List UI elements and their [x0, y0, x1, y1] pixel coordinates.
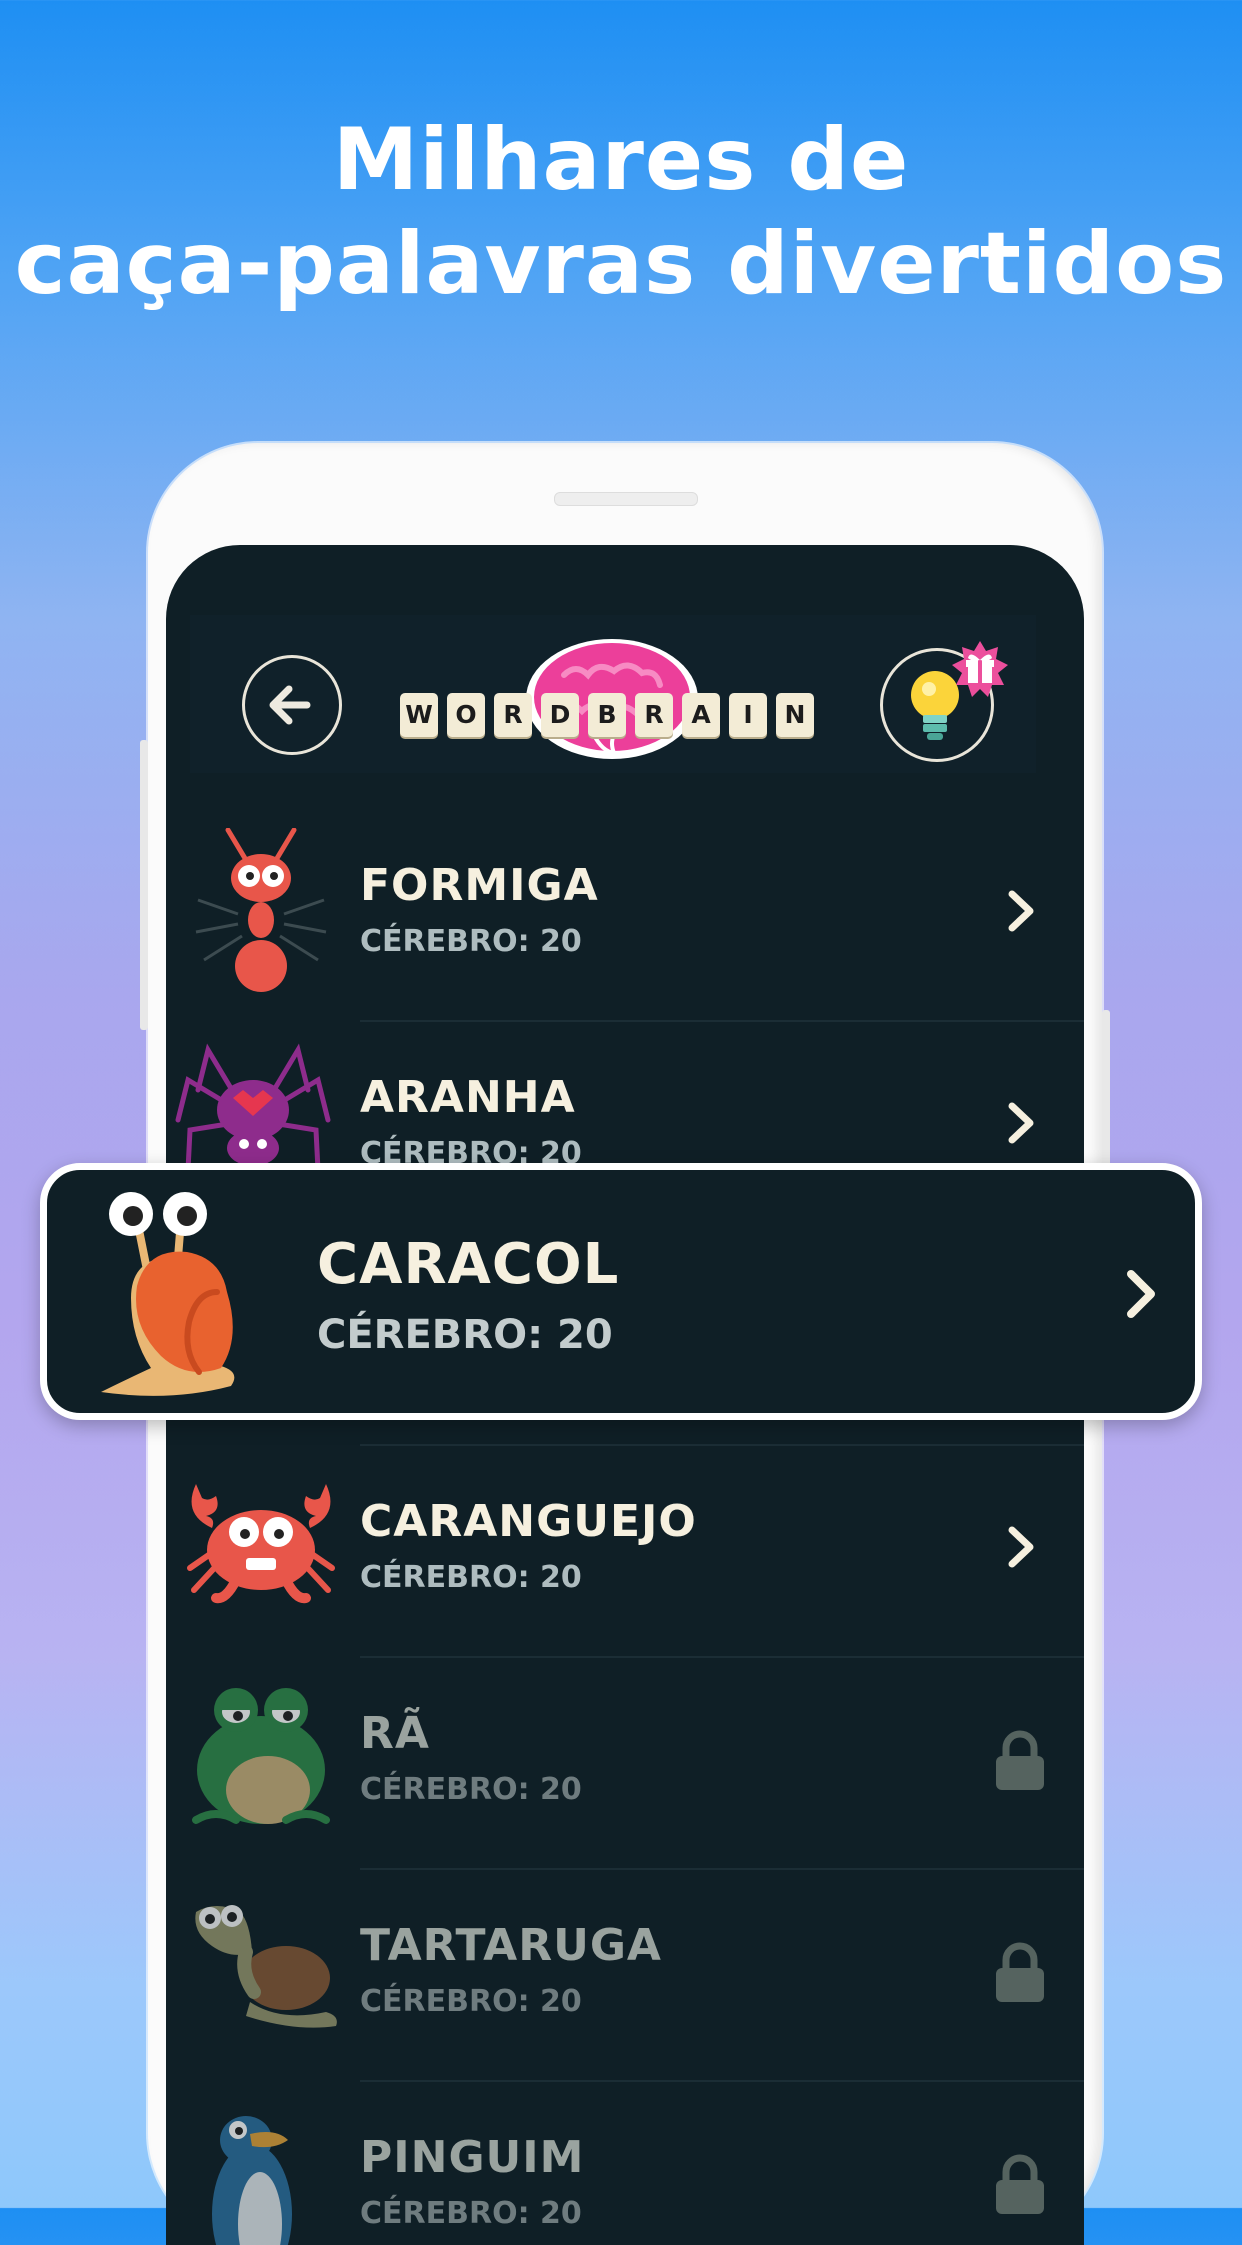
level-title: PINGUIM — [360, 2132, 585, 2183]
lock-icon — [996, 1942, 1044, 2002]
logo-letter-tile: A — [682, 693, 720, 737]
phone-side-button-left — [140, 740, 148, 1030]
logo-letter-tile: R — [635, 693, 673, 737]
level-row-caranguejo[interactable]: CARANGUEJO CÉREBRO: 20 — [166, 1444, 1084, 1656]
snail-icon — [101, 1192, 235, 1396]
level-brain-count: CÉREBRO: 20 — [360, 2196, 582, 2231]
row-divider — [360, 1868, 1084, 1870]
logo-letter-tile: N — [776, 693, 814, 737]
crab-icon — [187, 1484, 335, 1604]
penguin-icon — [212, 2116, 292, 2245]
promo-headline: Milhares de caça-palavras divertidos — [0, 108, 1242, 316]
headline-line-1: Milhares de — [332, 110, 910, 210]
level-row-pinguim[interactable]: PINGUIM CÉREBRO: 20 — [166, 2080, 1084, 2245]
turtle-icon — [195, 1905, 337, 2028]
logo-letter-tile: O — [447, 693, 485, 737]
phone-speaker — [554, 492, 698, 506]
headline-line-2: caça-palavras divertidos — [14, 214, 1228, 314]
level-title: ARANHA — [360, 1072, 576, 1123]
chevron-right-icon — [1008, 890, 1034, 932]
chevron-right-icon — [1127, 1270, 1155, 1318]
row-divider — [360, 1656, 1084, 1658]
level-title: RÃ — [360, 1708, 430, 1759]
level-brain-count: CÉREBRO: 20 — [360, 1984, 582, 2019]
logo-letter-tile: W — [400, 693, 438, 737]
frog-icon — [192, 1688, 330, 1824]
level-brain-count: CÉREBRO: 20 — [360, 1772, 582, 1807]
logo-letter-tile: I — [729, 693, 767, 737]
back-button[interactable] — [242, 655, 342, 755]
row-divider — [360, 1444, 1084, 1446]
row-divider — [360, 1020, 1084, 1022]
gift-icon[interactable] — [950, 639, 1010, 699]
level-brain-count: CÉREBRO: 20 — [317, 1312, 613, 1358]
lock-icon — [996, 2154, 1044, 2214]
logo-letter-tile: B — [588, 693, 626, 737]
row-divider — [360, 2080, 1084, 2082]
level-card-caracol-highlighted[interactable]: CARACOL CÉREBRO: 20 — [40, 1163, 1202, 1420]
level-title: CARANGUEJO — [360, 1496, 697, 1547]
level-row-tartaruga[interactable]: TARTARUGA CÉREBRO: 20 — [166, 1868, 1084, 2080]
level-brain-count: CÉREBRO: 20 — [360, 924, 582, 959]
chevron-right-icon — [1008, 1526, 1034, 1568]
ant-icon — [195, 828, 327, 992]
level-brain-count: CÉREBRO: 20 — [360, 1560, 582, 1595]
level-row-ra[interactable]: RÃ CÉREBRO: 20 — [166, 1656, 1084, 1868]
level-title: FORMIGA — [360, 860, 599, 911]
arrow-left-icon — [269, 685, 311, 725]
level-row-formiga[interactable]: FORMIGA CÉREBRO: 20 — [166, 808, 1084, 1020]
logo-letters: WORDBRAIN — [396, 635, 836, 765]
lock-icon — [996, 1730, 1044, 1790]
logo-letter-tile: R — [494, 693, 532, 737]
level-title: TARTARUGA — [360, 1920, 662, 1971]
chevron-right-icon — [1008, 1102, 1034, 1144]
logo-letter-tile: D — [541, 693, 579, 737]
level-title: CARACOL — [317, 1232, 620, 1297]
